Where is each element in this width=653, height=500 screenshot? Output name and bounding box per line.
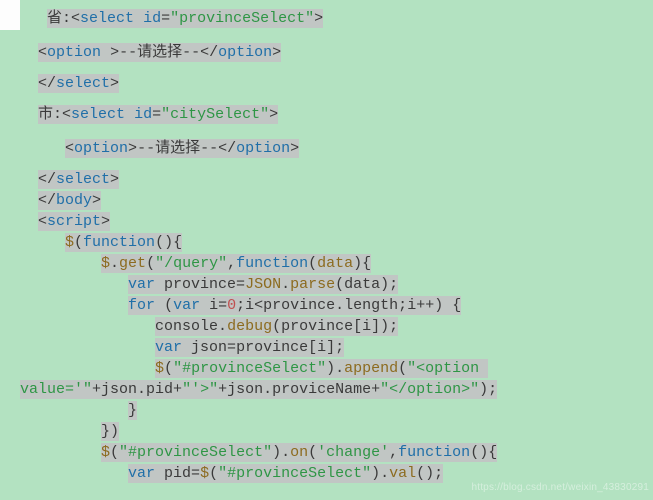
code-line: $("#provinceSelect").on('change',functio… (20, 442, 653, 463)
code-line: for (var i=0;i<province.length;i++) { (20, 295, 653, 316)
code-line: $.get("/query",function(data){ (20, 253, 653, 274)
code-block: 省:<select id="provinceSelect"> <option >… (20, 8, 653, 484)
code-line: value='"+json.pid+"'>"+json.proviceName+… (20, 379, 653, 400)
watermark: https://blog.csdn.net/weixin_43830291 (471, 477, 649, 498)
gutter (0, 0, 20, 30)
code-line: </body> (20, 190, 653, 211)
code-line: </select> (20, 73, 653, 94)
code-line: <option>--请选择--</option> (20, 138, 653, 159)
code-line: console.debug(province[i]); (20, 316, 653, 337)
code-line: var province=JSON.parse(data); (20, 274, 653, 295)
code-line: $("#provinceSelect").append("<option (20, 358, 653, 379)
code-line: <option >--请选择--</option> (20, 42, 653, 63)
code-line: var json=province[i]; (20, 337, 653, 358)
code-line: 市:<select id="citySelect"> (20, 104, 653, 125)
code-line: </select> (20, 169, 653, 190)
code-line: }) (20, 421, 653, 442)
code-line: <script> (20, 211, 653, 232)
code-line: $(function(){ (20, 232, 653, 253)
code-line: } (20, 400, 653, 421)
code-line: 省:<select id="provinceSelect"> (20, 8, 653, 29)
